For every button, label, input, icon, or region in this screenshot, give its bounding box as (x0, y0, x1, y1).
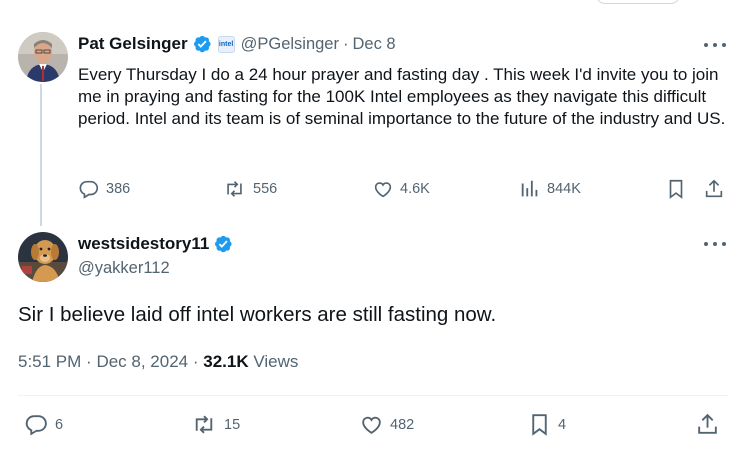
dot-separator: · (342, 34, 349, 53)
author-handle[interactable]: @PGelsinger (241, 35, 339, 54)
repost-count: 15 (224, 416, 241, 433)
share-icon (698, 413, 717, 434)
reply-tweet-header: westsidestory11 (78, 234, 233, 254)
more-icon[interactable] (704, 238, 726, 250)
original-tweet-header: Pat Gelsinger intel @PGelsinger · Dec 8 (78, 34, 396, 54)
avatar-westsidestory11[interactable] (18, 232, 68, 282)
repost-button[interactable]: 556 (222, 178, 277, 200)
views-button[interactable]: 844K (519, 178, 581, 200)
reply-date[interactable]: Dec 8, 2024 (96, 352, 188, 371)
author-name[interactable]: Pat Gelsinger (78, 34, 188, 54)
repost-icon (227, 181, 242, 197)
divider (18, 395, 728, 396)
repost-count: 556 (253, 181, 278, 197)
reply-author-handle[interactable]: @yakker112 (78, 259, 170, 278)
share-button[interactable] (703, 178, 725, 200)
reply-timestamp: 5:51 PM · Dec 8, 2024 · 32.1K Views (18, 352, 298, 372)
thread-connector-line (40, 84, 42, 226)
like-count: 482 (390, 416, 415, 433)
bookmark-icon (532, 414, 547, 436)
verified-icon (213, 234, 233, 254)
views-count: 844K (547, 181, 581, 197)
bookmark-button[interactable] (665, 178, 687, 200)
repost-icon (195, 415, 213, 434)
reply-icon (25, 415, 47, 436)
reply-button[interactable]: 386 (78, 178, 130, 200)
reply-tweet-text: Sir I believe laid off intel workers are… (18, 303, 497, 326)
share-icon (705, 179, 723, 198)
like-icon (374, 182, 392, 198)
reply-time[interactable]: 5:51 PM (18, 352, 81, 371)
reply-count: 6 (55, 416, 64, 433)
top-button-edge[interactable] (596, 0, 680, 4)
avatar-pat-gelsinger[interactable] (18, 32, 68, 82)
repost-button[interactable]: 15 (190, 412, 240, 437)
bookmark-count: 4 (558, 416, 567, 433)
bookmark-icon (669, 179, 683, 199)
reply-author-name[interactable]: westsidestory11 (78, 234, 209, 254)
like-count: 4.6K (400, 181, 430, 197)
views-icon (521, 180, 538, 197)
reply-views-label: Views (253, 352, 299, 371)
like-button[interactable]: 482 (359, 412, 414, 437)
intel-affiliation-badge[interactable]: intel (217, 35, 235, 53)
bookmark-button[interactable]: 4 (527, 412, 566, 437)
original-tweet-text: Every Thursday I do a 24 hour prayer and… (78, 65, 726, 128)
reply-icon (79, 180, 99, 199)
more-icon[interactable] (704, 39, 726, 51)
share-button[interactable] (695, 412, 720, 437)
like-button[interactable]: 4.6K (372, 178, 430, 200)
reply-button[interactable]: 6 (24, 412, 63, 437)
verified-icon (192, 34, 212, 54)
dot-separator: · (192, 352, 204, 371)
dot-separator: · (86, 352, 97, 371)
reply-views-count: 32.1K (203, 352, 249, 371)
tweet-date[interactable]: Dec 8 (352, 35, 395, 54)
like-icon (362, 416, 381, 434)
reply-count: 386 (106, 181, 131, 197)
